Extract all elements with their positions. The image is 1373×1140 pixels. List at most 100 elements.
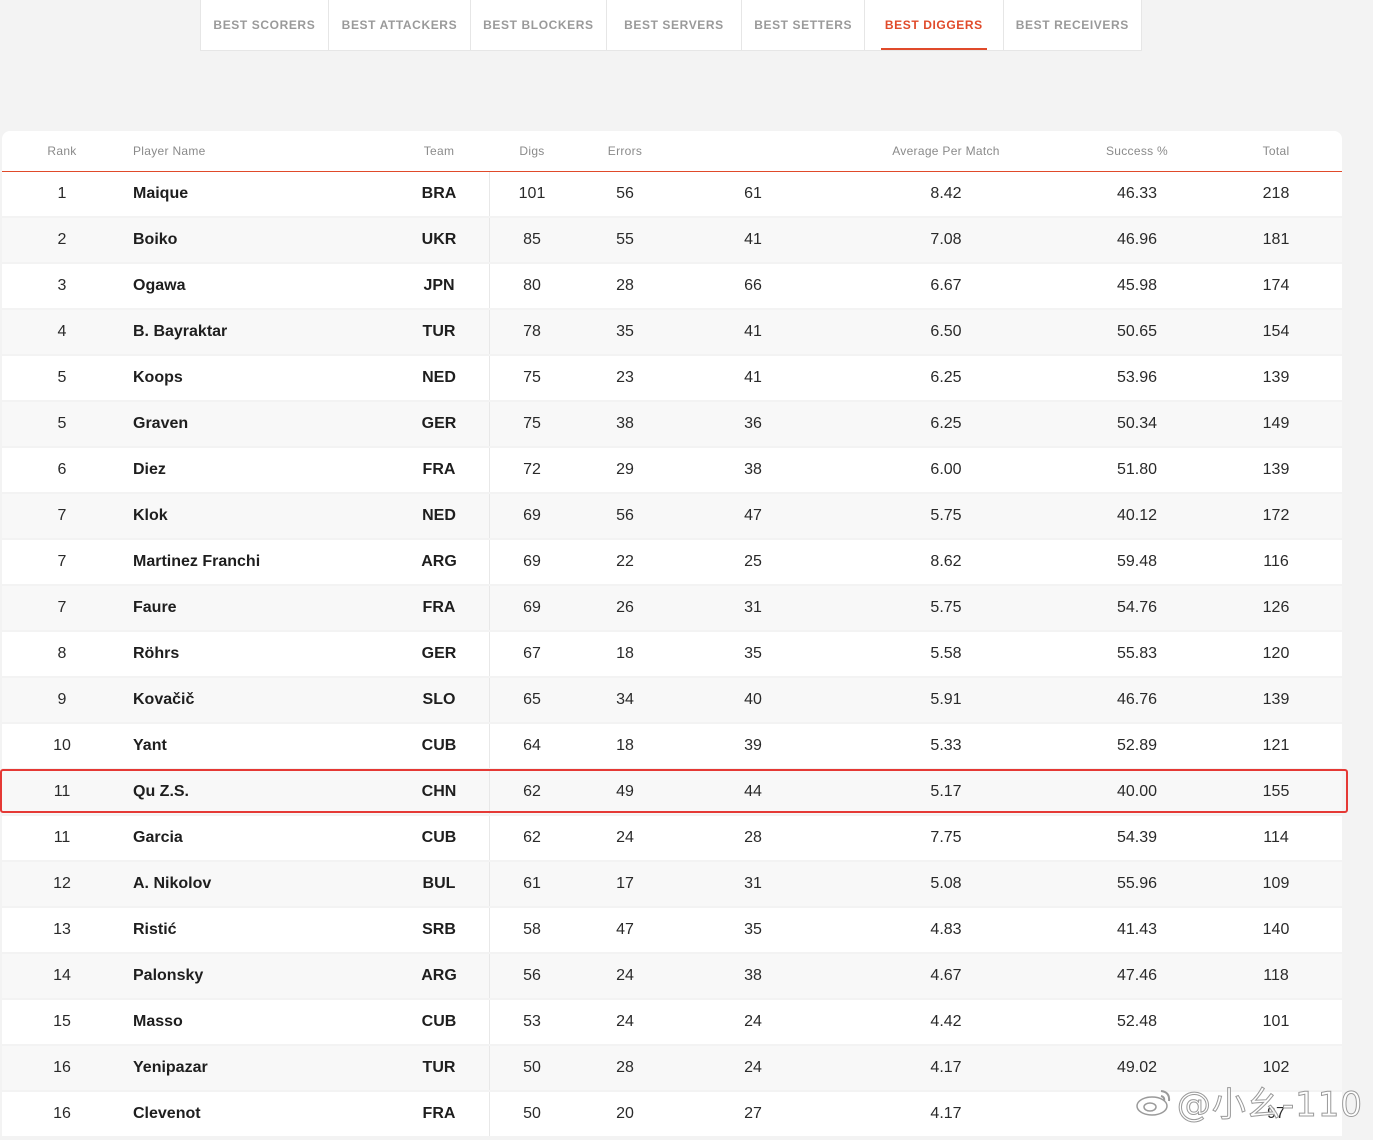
header-errors[interactable]: Errors: [585, 131, 665, 171]
table-row: 7 Klok NED 69 56 47 5.75 40.12 172: [2, 494, 1342, 540]
digs-cell: 50: [523, 1105, 541, 1122]
average-cell: 4.67: [930, 967, 962, 984]
rank-cell: 16: [53, 1105, 71, 1122]
header-obscured[interactable]: [703, 131, 803, 171]
player-name-cell[interactable]: Qu Z.S.: [133, 770, 403, 814]
success-cell: 59.48: [1116, 553, 1158, 570]
errors-cell: 23: [616, 369, 634, 386]
obscured-stat-cell: 61: [744, 185, 762, 202]
team-cell: JPN: [423, 277, 455, 294]
average-cell: 4.17: [930, 1105, 962, 1122]
player-name-cell[interactable]: Palonsky: [133, 954, 403, 998]
player-name-cell[interactable]: Kovačič: [133, 678, 403, 722]
average-cell: 5.17: [930, 783, 962, 800]
table-row: 4 B. Bayraktar TUR 78 35 41 6.50 50.65 154: [2, 310, 1342, 356]
rank-cell: 7: [57, 507, 67, 524]
rank-cell: 13: [53, 921, 71, 938]
player-name-cell[interactable]: Graven: [133, 402, 403, 446]
obscured-stat-cell: 31: [744, 599, 762, 616]
rank-cell: 11: [53, 783, 71, 800]
team-cell: UKR: [421, 231, 457, 248]
team-cell: BRA: [421, 185, 457, 202]
rank-cell: 5: [57, 415, 67, 432]
obscured-stat-cell: 24: [744, 1013, 762, 1030]
digs-cell: 67: [523, 645, 541, 662]
rank-cell: 2: [57, 231, 67, 248]
digs-cell: 80: [523, 277, 541, 294]
total-cell: 118: [1263, 967, 1289, 984]
errors-cell: 28: [616, 1059, 634, 1076]
player-name-cell[interactable]: Koops: [133, 356, 403, 400]
team-cell: GER: [421, 645, 457, 662]
errors-cell: 34: [616, 691, 634, 708]
header-team[interactable]: Team: [389, 131, 489, 171]
errors-cell: 18: [616, 645, 634, 662]
tab-best-receivers[interactable]: BEST RECEIVERS: [1004, 0, 1141, 50]
player-name-cell[interactable]: Clevenot: [133, 1092, 403, 1136]
header-rank[interactable]: Rank: [2, 131, 122, 171]
team-cell: FRA: [422, 1105, 456, 1122]
success-cell: 40.12: [1116, 507, 1158, 524]
player-name-cell[interactable]: Yenipazar: [133, 1046, 403, 1090]
success-cell: 41.43: [1116, 921, 1158, 938]
player-name-cell[interactable]: Diez: [133, 448, 403, 492]
total-cell: 140: [1262, 921, 1290, 938]
rank-cell: 6: [57, 461, 67, 478]
player-name-cell[interactable]: Faure: [133, 586, 403, 630]
player-name-cell[interactable]: Yant: [133, 724, 403, 768]
digs-cell: 58: [523, 921, 541, 938]
player-name-cell[interactable]: Martinez Franchi: [133, 540, 403, 584]
header-total[interactable]: Total: [1226, 131, 1326, 171]
total-cell: 139: [1262, 461, 1290, 478]
player-name-cell[interactable]: Garcia: [133, 816, 403, 860]
player-name-cell[interactable]: Ogawa: [133, 264, 403, 308]
table-row: 6 Diez FRA 72 29 38 6.00 51.80 139: [2, 448, 1342, 494]
player-name-cell[interactable]: Masso: [133, 1000, 403, 1044]
player-name-cell[interactable]: A. Nikolov: [133, 862, 403, 906]
success-cell: 53.96: [1116, 369, 1158, 386]
digs-cell: 69: [523, 599, 541, 616]
total-cell: 155: [1262, 783, 1290, 800]
header-average-per-match[interactable]: Average Per Match: [866, 131, 1026, 171]
header-digs[interactable]: Digs: [492, 131, 572, 171]
team-cell: GER: [421, 415, 457, 432]
tab-best-servers[interactable]: BEST SERVERS: [607, 0, 743, 50]
success-cell: 46.76: [1116, 691, 1158, 708]
digs-cell: 72: [523, 461, 541, 478]
team-cell: CUB: [421, 829, 457, 846]
digs-cell: 53: [523, 1013, 541, 1030]
digs-cell: 75: [523, 369, 541, 386]
tab-best-scorers[interactable]: BEST SCORERS: [201, 0, 329, 50]
obscured-stat-cell: 41: [744, 369, 762, 386]
team-cell: ARG: [421, 967, 457, 984]
header-success-percent[interactable]: Success %: [1077, 131, 1197, 171]
tab-best-setters[interactable]: BEST SETTERS: [742, 0, 866, 50]
errors-cell: 18: [616, 737, 634, 754]
player-name-cell[interactable]: Klok: [133, 494, 403, 538]
tab-best-blockers[interactable]: BEST BLOCKERS: [471, 0, 607, 50]
total-cell: 121: [1262, 737, 1290, 754]
average-cell: 6.00: [930, 461, 962, 478]
errors-cell: 24: [616, 967, 634, 984]
average-cell: 6.25: [930, 415, 962, 432]
digs-cell: 62: [523, 783, 541, 800]
header-player-name[interactable]: Player Name: [133, 131, 206, 171]
player-name-cell[interactable]: B. Bayraktar: [133, 310, 403, 354]
average-cell: 8.62: [930, 553, 962, 570]
obscured-stat-cell: 66: [744, 277, 762, 294]
obscured-stat-cell: 38: [744, 461, 762, 478]
player-name-cell[interactable]: Boiko: [133, 218, 403, 262]
rank-cell: 12: [53, 875, 71, 892]
success-cell: 52.48: [1116, 1013, 1158, 1030]
average-cell: 5.91: [930, 691, 962, 708]
player-name-cell[interactable]: Maique: [133, 172, 403, 216]
tab-best-attackers[interactable]: BEST ATTACKERS: [329, 0, 472, 50]
obscured-stat-cell: 41: [744, 323, 762, 340]
rank-cell: 11: [53, 829, 71, 846]
table-row: 14 Palonsky ARG 56 24 38 4.67 47.46 118: [2, 954, 1342, 1000]
player-name-cell[interactable]: Röhrs: [133, 632, 403, 676]
errors-cell: 56: [616, 507, 634, 524]
tab-best-diggers[interactable]: BEST DIGGERS: [865, 0, 1004, 50]
average-cell: 5.75: [930, 507, 962, 524]
player-name-cell[interactable]: Ristić: [133, 908, 403, 952]
